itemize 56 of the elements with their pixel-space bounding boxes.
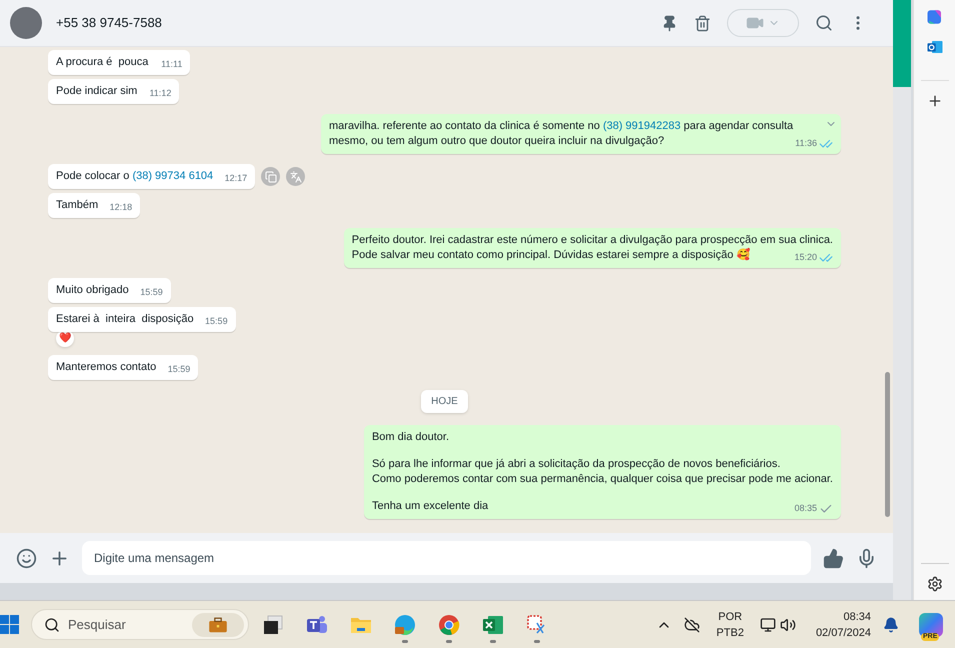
message-text: Como poderemos contar com sua permanência, qualquer coisa que precisar pode me acionar. [372,473,833,485]
message-time: 15:20 [794,251,817,264]
chrome-icon[interactable] [437,612,461,636]
outlook-icon[interactable] [926,38,944,56]
avatar-placeholder [10,7,42,39]
message-time: 15:59 [168,363,190,376]
trash-icon[interactable] [694,14,711,32]
edge-icon[interactable] [393,612,417,636]
network-icon[interactable] [760,616,776,632]
message-text: Estarei à inteira disposição [56,313,194,325]
message-text: Pode salvar meu contato como principal. Dúvidas estarei sempre a disposição 🥰 [352,249,750,261]
volume-icon[interactable] [780,616,796,632]
briefcase-icon [192,612,244,636]
thumbs-up-icon[interactable] [823,548,844,568]
task-view-icon[interactable] [261,612,285,636]
message-text: maravilha. referente ao contato da clinica é somente no (38) 991942283 para agendar consulta mesmo, ou tem algum outro que doutor queira incluir na divulgação? [329,120,794,147]
message-time: 08:35 [794,502,817,515]
notification-icon[interactable] [883,616,899,632]
contact-name: +55 38 9745-7588 [56,14,162,32]
phone-link[interactable]: (38) 99734 6104 [132,170,214,182]
message-text: A procura é pouca [56,56,148,68]
message-time: 11:12 [149,87,172,100]
language-indicator[interactable]: POR PTB2 [712,608,748,640]
cloud-off-icon[interactable] [684,616,700,632]
date-chip: HOJE [421,390,468,413]
settings-icon[interactable] [926,576,942,592]
search-icon[interactable] [815,14,833,32]
message-text: Tenha um excelente dia [372,500,488,512]
add-icon[interactable] [926,93,942,109]
search-icon [44,616,60,632]
phone-link[interactable]: (38) 991942283 [602,120,681,132]
search-placeholder: Pesquisar [68,616,126,634]
message-time: 11:11 [161,58,182,71]
message-text: Também [56,199,98,211]
message-text: Perfeito doutor. Irei cadastrar este número e solicitar a divulgação para prospecção em sua clinica. [352,234,833,246]
copy-icon [264,170,277,182]
message-text: Pode colocar o (38) 99734 6104 [56,170,214,182]
message-text: Bom dia doutor. [372,431,450,443]
copilot-icon[interactable] [926,8,944,26]
scrollbar-thumb[interactable] [885,372,890,517]
message-text: Pode indicar sim [56,85,138,97]
message-time: 15:59 [205,315,228,328]
translate-icon [290,170,302,182]
message-input[interactable]: Digite uma mensagem [82,541,811,575]
pin-icon[interactable] [661,14,678,32]
windows-start-icon[interactable] [0,615,19,634]
message-time: 12:17 [224,172,248,185]
message-time: 12:18 [110,201,132,214]
message-text: Manteremos contato [56,361,156,373]
clock[interactable]: 08:34 02/07/2024 [816,608,871,640]
message-time: 11:36 [795,137,817,150]
message-text: Muito obrigado [56,284,129,296]
emoji-icon[interactable] [16,548,37,568]
message-time: 15:59 [140,286,163,299]
message-text: Só para lhe informar que já abri a solicitação da prospecção de novos beneficiários. [372,458,780,470]
taskbar-search-field[interactable]: Pesquisar [31,609,249,640]
